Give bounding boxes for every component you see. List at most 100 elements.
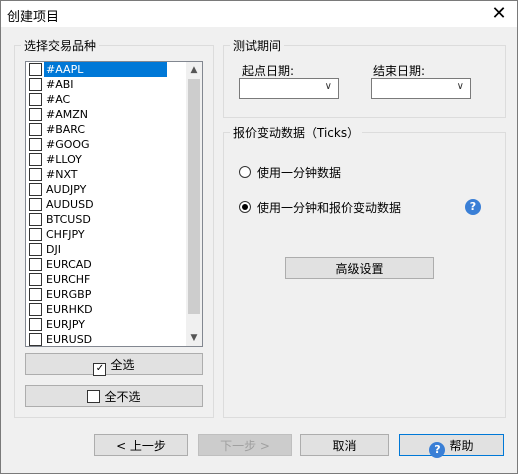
scroll-up-icon[interactable]: ▲ xyxy=(186,62,202,78)
symbol-list-item[interactable]: EURUSD xyxy=(26,332,186,346)
symbol-label: EURUSD xyxy=(46,333,93,346)
help-icon[interactable]: ? xyxy=(465,199,481,215)
symbol-checkbox[interactable] xyxy=(29,198,42,211)
symbol-checkbox[interactable] xyxy=(29,213,42,226)
symbol-list-item[interactable]: EURCHF xyxy=(26,272,186,287)
test-period-group: 测试期间 起点日期: 结束日期: ∨ ∨ xyxy=(223,37,506,118)
symbols-scrollbar[interactable]: ▲ ▼ xyxy=(186,62,202,346)
symbol-checkbox[interactable] xyxy=(29,318,42,331)
symbol-checkbox[interactable] xyxy=(29,63,42,76)
scroll-down-icon[interactable]: ▼ xyxy=(186,330,202,346)
symbol-checkbox[interactable] xyxy=(29,228,42,241)
symbol-label: #LLOY xyxy=(46,153,82,166)
test-period-label: 测试期间 xyxy=(230,37,285,54)
symbol-checkbox[interactable] xyxy=(29,288,42,301)
end-date-picker[interactable]: ∨ xyxy=(371,78,471,99)
symbols-group-label: 选择交易品种 xyxy=(21,37,100,54)
help-button[interactable]: ? 帮助 xyxy=(399,434,504,458)
symbol-checkbox[interactable] xyxy=(29,168,42,181)
symbol-label: EURJPY xyxy=(46,318,85,331)
symbol-label: #NXT xyxy=(46,168,78,181)
symbol-checkbox[interactable] xyxy=(29,333,42,346)
start-date-label: 起点日期: xyxy=(242,64,295,78)
symbol-checkbox[interactable] xyxy=(29,78,42,91)
symbol-list-item[interactable]: EURGBP xyxy=(26,287,186,302)
symbol-list-item[interactable]: EURCAD xyxy=(26,257,186,272)
symbol-checkbox[interactable] xyxy=(29,243,42,256)
symbol-label: EURHKD xyxy=(46,303,93,316)
symbol-checkbox[interactable] xyxy=(29,183,42,196)
close-icon[interactable]: ✕ xyxy=(489,4,509,24)
radio-one-minute-ticks-label[interactable]: 使用一分钟和报价变动数据 xyxy=(257,199,401,216)
symbol-label: AUDUSD xyxy=(46,198,94,211)
symbol-list-item[interactable]: EURHKD xyxy=(26,302,186,317)
ticks-group: 报价变动数据（Ticks） 使用一分钟数据 使用一分钟和报价变动数据 ? 高级设… xyxy=(223,124,506,418)
symbol-label: BTCUSD xyxy=(46,213,91,226)
chevron-down-icon: ∨ xyxy=(456,81,464,92)
help-icon: ? xyxy=(429,442,446,458)
symbol-checkbox[interactable] xyxy=(29,273,42,286)
radio-one-minute-ticks[interactable] xyxy=(239,201,251,213)
next-label: 下一步 > xyxy=(220,439,270,453)
radio-one-minute-label[interactable]: 使用一分钟数据 xyxy=(257,164,341,181)
symbol-label: CHFJPY xyxy=(46,228,85,241)
help-label: 帮助 xyxy=(449,439,474,453)
checkbox-checked-icon: ✓ xyxy=(93,363,107,376)
symbol-list-item[interactable]: #BARC xyxy=(26,122,186,137)
symbol-list-item[interactable]: #NXT xyxy=(26,167,186,182)
select-all-label: 全选 xyxy=(110,358,135,372)
start-date-picker[interactable]: ∨ xyxy=(239,78,339,99)
advanced-settings-button[interactable]: 高级设置 xyxy=(285,257,434,279)
symbol-checkbox[interactable] xyxy=(29,123,42,136)
window-title: 创建项目 xyxy=(7,10,60,25)
symbol-list-item[interactable]: DJI xyxy=(26,242,186,257)
create-project-dialog: 创建项目 ✕ 选择交易品种 #AAPL #ABI #AC #AMZN #BARC #GOO… xyxy=(0,0,518,474)
symbol-label: DJI xyxy=(46,243,61,256)
deselect-all-button[interactable]: 全不选 xyxy=(25,385,203,407)
cancel-label: 取消 xyxy=(332,439,357,453)
symbol-label: EURCAD xyxy=(46,258,92,271)
advanced-settings-label: 高级设置 xyxy=(335,262,384,276)
symbol-label: #ABI xyxy=(46,78,74,91)
scroll-thumb[interactable] xyxy=(188,79,200,314)
next-button[interactable]: 下一步 > xyxy=(198,434,292,456)
prev-label: < 上一步 xyxy=(116,439,166,453)
symbol-checkbox[interactable] xyxy=(29,138,42,151)
symbol-label: #BARC xyxy=(46,123,86,136)
symbol-label: EURCHF xyxy=(46,273,91,286)
symbol-label: #AC xyxy=(46,93,71,106)
symbols-listbox[interactable]: #AAPL #ABI #AC #AMZN #BARC #GOOG #LLOY #NXT AUDJ… xyxy=(25,61,203,347)
symbol-list-item[interactable]: EURJPY xyxy=(26,317,186,332)
symbols-group: 选择交易品种 #AAPL #ABI #AC #AMZN #BARC #GOOG #LLOY #… xyxy=(14,37,214,418)
deselect-all-label: 全不选 xyxy=(104,390,141,404)
symbol-checkbox[interactable] xyxy=(29,108,42,121)
title-bar: 创建项目 ✕ xyxy=(1,1,517,27)
symbol-checkbox[interactable] xyxy=(29,258,42,271)
symbol-label: EURGBP xyxy=(46,288,92,301)
symbol-checkbox[interactable] xyxy=(29,303,42,316)
symbol-list-item[interactable]: #ABI xyxy=(26,77,186,92)
chevron-down-icon: ∨ xyxy=(324,81,332,92)
end-date-label: 结束日期: xyxy=(373,64,426,78)
radio-selected-dot xyxy=(242,204,248,210)
symbol-checkbox[interactable] xyxy=(29,93,42,106)
symbol-list-item[interactable]: AUDJPY xyxy=(26,182,186,197)
symbol-checkbox[interactable] xyxy=(29,153,42,166)
ticks-group-label: 报价变动数据（Ticks） xyxy=(230,124,363,141)
symbol-list-item[interactable]: #AMZN xyxy=(26,107,186,122)
symbols-list: #AAPL #ABI #AC #AMZN #BARC #GOOG #LLOY #NXT AUDJ… xyxy=(26,62,186,346)
radio-one-minute[interactable] xyxy=(239,166,251,178)
symbol-list-item[interactable]: #LLOY xyxy=(26,152,186,167)
symbol-list-item[interactable]: AUDUSD xyxy=(26,197,186,212)
symbol-label: #AAPL xyxy=(44,62,167,77)
symbol-list-item[interactable]: BTCUSD xyxy=(26,212,186,227)
symbol-list-item[interactable]: #GOOG xyxy=(26,137,186,152)
symbol-list-item[interactable]: CHFJPY xyxy=(26,227,186,242)
select-all-button[interactable]: ✓ 全选 xyxy=(25,353,203,376)
symbol-label: AUDJPY xyxy=(46,183,87,196)
checkbox-unchecked-icon xyxy=(87,390,101,403)
prev-button[interactable]: < 上一步 xyxy=(94,434,188,456)
symbol-list-item[interactable]: #AC xyxy=(26,92,186,107)
symbol-list-item[interactable]: #AAPL xyxy=(26,62,186,77)
cancel-button[interactable]: 取消 xyxy=(300,434,389,456)
